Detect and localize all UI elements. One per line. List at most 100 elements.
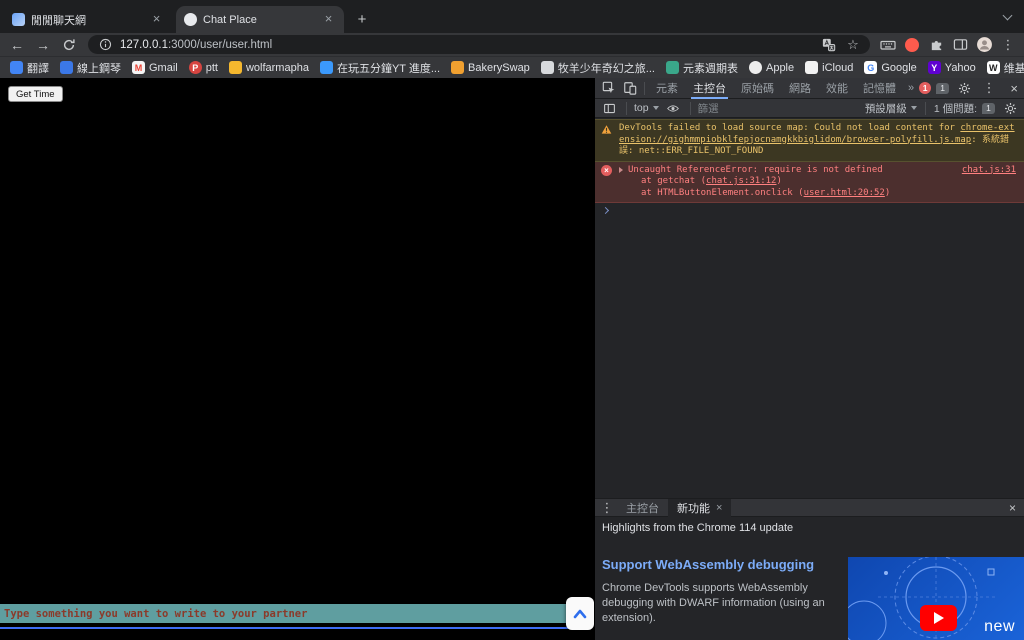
- bookmark-label: Gmail: [149, 61, 178, 74]
- get-time-button[interactable]: Get Time: [8, 86, 63, 102]
- reload-button[interactable]: [56, 34, 82, 56]
- red-dot-icon: [905, 37, 919, 52]
- stack-source-link[interactable]: user.html:20:52: [804, 188, 885, 198]
- bookmark-item[interactable]: M Gmail: [130, 59, 180, 77]
- bookmark-favicon: [805, 61, 819, 74]
- bookmark-item[interactable]: 牧羊少年奇幻之旅...: [539, 59, 657, 77]
- bookmark-item[interactable]: Apple: [747, 59, 796, 77]
- devtools-tab-elements[interactable]: 元素: [649, 78, 685, 99]
- chevron-down-icon: [910, 106, 917, 110]
- drawer-tab-bar: ⋮ 主控台 新功能 × ×: [595, 498, 1024, 517]
- devtools-close-icon[interactable]: ×: [1004, 78, 1024, 98]
- warning-icon: [601, 124, 612, 140]
- log-level-selector[interactable]: 預設層級: [865, 101, 917, 116]
- bookmark-item[interactable]: BakerySwap: [449, 59, 532, 77]
- bookmark-item[interactable]: iCloud: [803, 59, 855, 77]
- thumbnail-caption: new: [984, 618, 1015, 635]
- console-filter-input[interactable]: 篩選: [698, 101, 861, 116]
- scroll-to-top-button[interactable]: [566, 597, 594, 630]
- back-button[interactable]: ←: [4, 34, 30, 56]
- bookmark-favicon: [748, 61, 762, 74]
- devtools-tab-console[interactable]: 主控台: [686, 78, 733, 99]
- bookmark-item[interactable]: 線上鋼琴: [58, 59, 123, 77]
- youtube-play-icon[interactable]: [920, 605, 957, 631]
- issues-label[interactable]: 1 個問題:: [934, 101, 977, 116]
- error-count-badge[interactable]: 1: [919, 82, 932, 94]
- tab-close-icon[interactable]: ×: [149, 12, 164, 27]
- drawer-close-icon[interactable]: ×: [1003, 501, 1022, 515]
- tab-chat-site[interactable]: 閒閒聊天網 ×: [4, 6, 172, 33]
- bookmark-item[interactable]: wolfarmapha: [227, 59, 311, 77]
- tab-search-chevron-icon[interactable]: [1002, 10, 1013, 21]
- tab-favicon: [184, 13, 197, 26]
- error-text: Uncaught ReferenceError: require is not …: [628, 164, 883, 175]
- execution-context-selector[interactable]: top: [634, 102, 659, 114]
- bookmark-label: BakerySwap: [468, 61, 530, 74]
- bookmark-item[interactable]: 元素週期表: [664, 59, 740, 77]
- devtools-header-actions: 1 1 ⋮ ×: [919, 78, 1024, 98]
- stack-source-link[interactable]: chat.js:31:12: [706, 176, 776, 186]
- bookmark-item[interactable]: Y Yahoo: [926, 59, 978, 77]
- extensions-puzzle-icon[interactable]: [924, 34, 948, 56]
- bookmark-label: Yahoo: [944, 61, 976, 74]
- drawer-tab-whats-new[interactable]: 新功能 ×: [668, 498, 732, 517]
- new-tab-button[interactable]: +: [351, 8, 373, 30]
- url-text: 127.0.0.1:3000/user/user.html: [120, 38, 273, 51]
- bookmark-favicon: [540, 61, 554, 74]
- devtools-menu-kebab-icon[interactable]: ⋮: [979, 78, 999, 98]
- browser-toolbar: ← → 127.0.0.1:3000/user/user.html ☆ ⋮: [0, 33, 1024, 56]
- prompt-chevron-icon: [601, 206, 610, 215]
- bookmark-label: 元素週期表: [682, 62, 738, 75]
- divider: [626, 101, 627, 115]
- bookmark-item[interactable]: 在玩五分鐘YT 進度...: [318, 59, 442, 77]
- address-bar[interactable]: 127.0.0.1:3000/user/user.html ☆: [88, 35, 870, 54]
- stack-frame: at HTMLButtonElement.onclick (user.html:…: [641, 187, 891, 198]
- devtools-settings-gear-icon[interactable]: [954, 78, 974, 98]
- devtools-tab-bar: 元素 主控台 原始碼 網路 效能 記憶體 » 1 1 ⋮ ×: [595, 78, 1024, 99]
- bookmark-favicon: G: [864, 61, 878, 74]
- chevron-down-icon: [652, 106, 659, 110]
- tab-chat-place[interactable]: Chat Place ×: [176, 6, 344, 33]
- whats-new-thumbnail[interactable]: new: [848, 557, 1024, 640]
- browser-menu-kebab-icon[interactable]: ⋮: [996, 34, 1020, 56]
- console-error-message: × Uncaught ReferenceError: require is no…: [595, 161, 1024, 203]
- translate-icon[interactable]: [820, 37, 838, 53]
- console-settings-gear-icon[interactable]: [1000, 98, 1020, 118]
- chat-message-input[interactable]: [0, 604, 570, 623]
- devtools-tab-memory[interactable]: 記憶體: [856, 78, 903, 99]
- log-level-label: 預設層級: [864, 102, 907, 115]
- console-prompt[interactable]: [595, 203, 1024, 218]
- bookmark-star-icon[interactable]: ☆: [844, 37, 862, 53]
- whats-new-heading[interactable]: Support WebAssembly debugging: [602, 557, 814, 572]
- extension-red-icon[interactable]: [900, 34, 924, 56]
- drawer-tab-close-icon[interactable]: ×: [716, 502, 722, 514]
- devtools-tab-sources[interactable]: 原始碼: [734, 78, 781, 99]
- tab-close-icon[interactable]: ×: [321, 12, 336, 27]
- bookmark-item[interactable]: G Google: [862, 59, 918, 77]
- bookmark-label: wolfarmapha: [245, 61, 309, 74]
- forward-button[interactable]: →: [30, 34, 56, 56]
- drawer-kebab-icon[interactable]: ⋮: [597, 498, 617, 518]
- issues-count-badge[interactable]: 1: [936, 82, 950, 94]
- reload-icon: [63, 38, 75, 50]
- bookmark-favicon: [319, 61, 333, 74]
- inspect-element-icon[interactable]: [599, 78, 619, 98]
- console-sidebar-toggle-icon[interactable]: [599, 98, 619, 118]
- issues-count-badge[interactable]: 1: [982, 102, 995, 114]
- media-keys-icon[interactable]: [876, 34, 900, 56]
- eye-live-expression-icon[interactable]: [663, 98, 683, 118]
- drawer-tab-label: 新功能: [677, 502, 710, 515]
- side-panel-icon[interactable]: [948, 34, 972, 56]
- profile-avatar[interactable]: [972, 34, 996, 56]
- bookmark-item[interactable]: Pptt: [187, 59, 220, 77]
- devtools-more-tabs-chevron[interactable]: »: [904, 82, 918, 94]
- devtools-tab-network[interactable]: 網路: [782, 78, 818, 99]
- drawer-tab-console[interactable]: 主控台: [617, 499, 668, 517]
- site-info-icon[interactable]: [96, 37, 114, 53]
- bookmark-item[interactable]: 翻譯: [8, 59, 51, 77]
- expand-triangle-icon[interactable]: [619, 166, 623, 173]
- device-toolbar-icon[interactable]: [620, 78, 640, 98]
- devtools-tab-performance[interactable]: 效能: [819, 78, 855, 99]
- bookmark-item[interactable]: W维基百科: [985, 59, 1024, 77]
- error-source-link[interactable]: chat.js:31: [954, 165, 1016, 177]
